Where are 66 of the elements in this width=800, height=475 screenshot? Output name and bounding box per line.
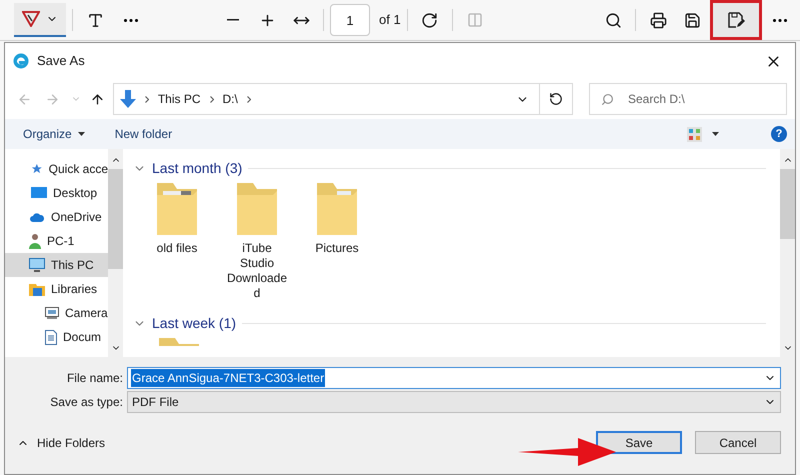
person-icon bbox=[29, 233, 41, 249]
address-bar[interactable]: This PC D:\ bbox=[112, 83, 540, 115]
scrollbar[interactable] bbox=[108, 149, 123, 357]
floppy-pencil-icon bbox=[727, 11, 745, 29]
file-name-value: Grace AnnSigua-7NET3-C303-letter bbox=[131, 369, 326, 387]
help-button[interactable]: ? bbox=[771, 126, 787, 142]
pen-triangle-icon bbox=[22, 11, 40, 27]
sidebar-item[interactable]: Libraries bbox=[5, 277, 108, 301]
refresh-icon bbox=[549, 92, 564, 106]
group-header[interactable]: Last month (3) bbox=[133, 158, 242, 178]
caret-icon bbox=[78, 132, 85, 136]
cloud-icon bbox=[29, 212, 45, 222]
sidebar-item[interactable]: PC-1 bbox=[5, 229, 108, 253]
minus-icon bbox=[227, 19, 239, 21]
refresh-button[interactable] bbox=[540, 83, 573, 115]
command-button[interactable]: New folder bbox=[114, 125, 172, 143]
folder-name[interactable]: iTube Studio Downloaded bbox=[225, 241, 289, 301]
sidebar-item[interactable]: OneDrive bbox=[5, 205, 108, 229]
sidebar-item[interactable]: Docum bbox=[5, 325, 108, 349]
text-box-icon bbox=[86, 12, 104, 28]
group-header[interactable]: Last week (1) bbox=[133, 312, 236, 334]
document-icon bbox=[45, 330, 57, 344]
printer-icon bbox=[650, 12, 666, 28]
draw-tool-button[interactable] bbox=[14, 3, 66, 37]
browser-logo-icon bbox=[13, 53, 29, 69]
monitor-icon bbox=[29, 258, 45, 272]
forward-arrow-icon bbox=[45, 92, 60, 106]
chevron-icon bbox=[210, 96, 214, 102]
folder-name[interactable]: Pictures bbox=[305, 241, 369, 256]
library-icon bbox=[29, 282, 45, 296]
view-grid-icon bbox=[687, 126, 702, 142]
command-button[interactable]: Organize bbox=[23, 125, 85, 143]
sidebar-item[interactable]: Camera bbox=[5, 301, 108, 325]
window-title: Save As bbox=[37, 52, 85, 70]
sidebar-item[interactable]: Quick acce bbox=[5, 157, 108, 181]
chevron-icon bbox=[246, 96, 251, 102]
down-arrow-icon bbox=[120, 90, 136, 108]
two-pages-icon bbox=[466, 12, 483, 28]
scrollbar[interactable] bbox=[780, 149, 795, 357]
caret-icon bbox=[712, 132, 719, 136]
rotate-icon bbox=[421, 12, 438, 28]
search-field[interactable]: Search D:\ bbox=[588, 83, 787, 115]
file-name-field[interactable]: Grace AnnSigua-7NET3-C303-letter bbox=[127, 367, 781, 389]
breadcrumb-item[interactable]: D:\ bbox=[222, 90, 238, 108]
dialog-button[interactable]: Cancel bbox=[695, 431, 781, 454]
search-icon bbox=[604, 12, 622, 28]
ellipsis-icon bbox=[124, 18, 138, 22]
dialog-button[interactable]: Save bbox=[596, 431, 682, 454]
ellipsis-icon bbox=[773, 18, 787, 22]
save-as-button[interactable] bbox=[710, 0, 762, 40]
search-icon bbox=[600, 93, 614, 106]
breadcrumb-item[interactable]: This PC bbox=[158, 90, 201, 108]
chevron-icon bbox=[144, 96, 149, 102]
folder-name[interactable]: old files bbox=[145, 241, 209, 256]
monitor-icon bbox=[31, 186, 47, 200]
picture-icon bbox=[45, 307, 59, 319]
field-label: File name: bbox=[66, 370, 124, 387]
sidebar-item[interactable]: Desktop bbox=[5, 181, 108, 205]
field-label: Save as type: bbox=[49, 394, 124, 411]
star-icon bbox=[31, 162, 43, 176]
file-type-dropdown[interactable]: PDF File bbox=[127, 391, 781, 413]
view-options-button[interactable] bbox=[687, 126, 719, 142]
sidebar-item[interactable]: This PC bbox=[5, 253, 108, 277]
page-count: of 1 bbox=[379, 11, 401, 30]
page-number-field[interactable]: 1 bbox=[330, 4, 370, 36]
hide-folders-button[interactable]: Hide Folders bbox=[17, 434, 106, 452]
